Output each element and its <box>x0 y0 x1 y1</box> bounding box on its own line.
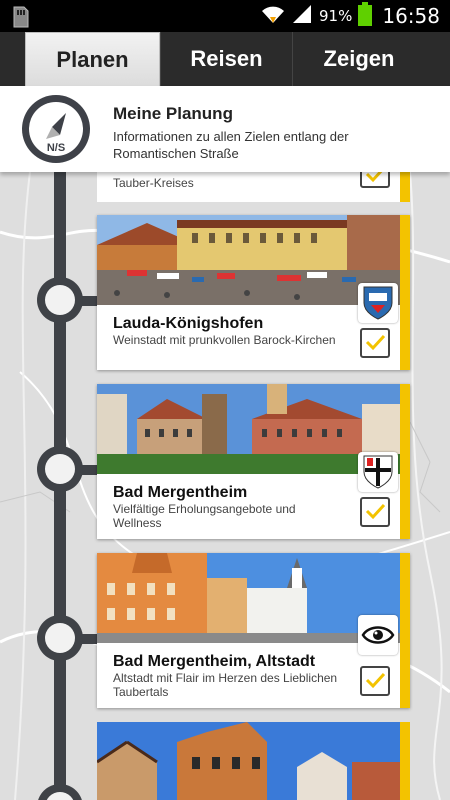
destination-photo <box>97 722 400 800</box>
card-description: Altstadt mit Flair im Herzen des Lieblic… <box>113 671 338 699</box>
page-subtitle: Informationen zu allen Zielen entlang de… <box>113 129 349 161</box>
destination-card[interactable]: Lauda-Königshofen Weinstadt mit prunkvol… <box>97 215 410 370</box>
compass-icon: N/S <box>22 95 90 163</box>
card-checkbox[interactable] <box>360 666 390 696</box>
card-checkbox[interactable] <box>360 328 390 358</box>
wifi-icon <box>261 3 285 30</box>
card-description: Tauber-Kreises <box>113 176 194 190</box>
destination-photo <box>97 553 400 643</box>
timeline-node <box>37 277 83 323</box>
signal-icon <box>291 4 313 29</box>
planning-header: N/S Meine Planung Informationen zu allen… <box>0 86 450 172</box>
destination-card[interactable] <box>97 722 410 800</box>
card-title: Bad Mergentheim, Altstadt <box>113 653 316 670</box>
tab-planen[interactable]: Planen <box>25 32 160 86</box>
card-accent-bar <box>400 553 410 708</box>
eye-icon <box>358 615 398 655</box>
destination-photo <box>97 384 400 474</box>
sd-card-icon <box>12 6 30 33</box>
timeline-node <box>37 615 83 661</box>
coat-of-arms-icon <box>358 283 398 323</box>
destination-card[interactable]: Tauber-Kreises <box>97 172 410 202</box>
destination-photo <box>97 215 400 305</box>
card-title: Bad Mergentheim <box>113 484 248 501</box>
clock: 16:58 <box>382 4 440 28</box>
destination-card[interactable]: Bad Mergentheim Vielfältige Erholungsang… <box>97 384 410 539</box>
status-bar: 91% 16:58 <box>0 0 450 32</box>
compass-label: N/S <box>47 142 65 154</box>
tab-zeigen[interactable]: Zeigen <box>292 32 425 86</box>
destination-card[interactable]: Bad Mergentheim, Altstadt Altstadt mit F… <box>97 553 410 708</box>
page-title: Meine Planung <box>113 104 233 123</box>
coat-of-arms-icon <box>358 452 398 492</box>
tab-reisen[interactable]: Reisen <box>160 32 292 86</box>
card-accent-bar <box>400 215 410 370</box>
card-accent-bar <box>400 384 410 539</box>
card-checkbox[interactable] <box>360 172 390 188</box>
card-accent-bar <box>400 172 410 202</box>
card-title: Lauda-Königshofen <box>113 315 264 332</box>
tab-bar: Planen Reisen Zeigen <box>0 32 450 86</box>
battery-percent: 91% <box>319 7 353 25</box>
card-description: Vielfältige Erholungsangebote und Wellne… <box>113 502 296 530</box>
battery-icon <box>358 1 373 31</box>
timeline-node <box>37 446 83 492</box>
card-checkbox[interactable] <box>360 497 390 527</box>
card-accent-bar <box>400 722 410 800</box>
card-description: Weinstadt mit prunkvollen Barock-Kirchen <box>113 333 336 347</box>
